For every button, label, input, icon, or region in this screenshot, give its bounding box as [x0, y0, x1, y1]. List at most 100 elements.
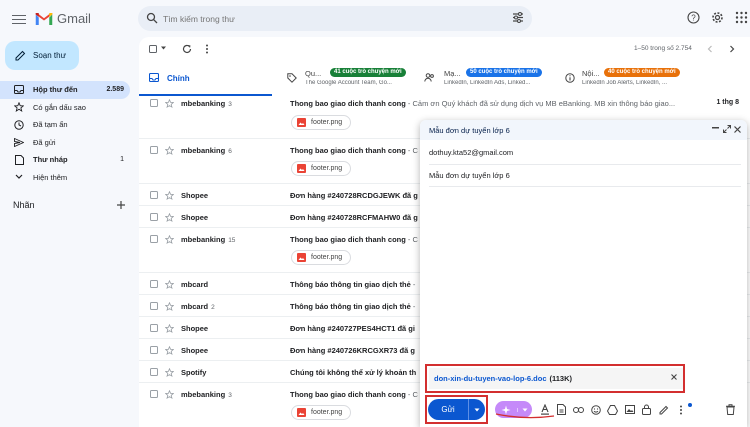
attach-file-icon[interactable]: [555, 403, 568, 416]
select-all-checkbox[interactable]: [149, 45, 157, 53]
tab-primary[interactable]: Chính: [139, 64, 272, 96]
row-checkbox[interactable]: [150, 280, 158, 288]
more-options-icon[interactable]: [674, 403, 687, 416]
svg-text:?: ?: [691, 14, 696, 23]
attachment-chip[interactable]: footer.png: [291, 161, 352, 176]
email-subject: Đơn hàng #240728RCFMAHW0 đã g: [290, 213, 418, 222]
divider: [429, 186, 741, 187]
star-icon[interactable]: [165, 302, 174, 311]
more-vert-icon[interactable]: [205, 44, 209, 54]
settings-gear-icon[interactable]: [711, 11, 724, 24]
star-icon[interactable]: [165, 390, 174, 399]
tab-updates[interactable]: Nội... 40 cuộc trò chuyện mới LinkedIn J…: [563, 64, 713, 96]
close-icon[interactable]: [734, 126, 741, 133]
apps-grid-icon[interactable]: [735, 11, 748, 24]
search-icon[interactable]: [146, 12, 158, 24]
sender-name: mbcard: [181, 302, 209, 311]
text-format-icon[interactable]: [538, 403, 551, 416]
expand-icon[interactable]: [723, 125, 731, 133]
new-badge: 50 cuộc trò chuyện mới: [466, 68, 542, 77]
gmail-logo[interactable]: Gmail: [35, 11, 91, 26]
search-input[interactable]: [163, 10, 493, 27]
row-checkbox[interactable]: [150, 213, 158, 221]
sidebar-item-drafts[interactable]: Thư nháp 1: [0, 151, 130, 169]
email-subject: Thong bao giao dich thanh cong - C: [290, 235, 420, 244]
email-subject: Thong bao giao dich thanh cong - Cảm ơn …: [290, 99, 710, 108]
draft-count: 1: [120, 156, 124, 164]
pagination-text: 1–50 trong số 2.754: [634, 45, 692, 52]
select-caret-icon[interactable]: [160, 45, 167, 51]
email-sender: Shopee: [181, 346, 209, 355]
compose-label: Soạn thư: [33, 51, 66, 60]
email-subject: Thông báo thông tin giao dịch thẻ -: [290, 280, 420, 289]
tab-social[interactable]: Mạ... 50 cuộc trò chuyện mới LinkedIn, L…: [424, 64, 565, 96]
row-checkbox[interactable]: [150, 235, 158, 243]
sidebar-item-label: Có gắn dấu sao: [33, 102, 86, 112]
star-icon[interactable]: [165, 368, 174, 377]
row-checkbox[interactable]: [150, 324, 158, 332]
star-icon[interactable]: [165, 191, 174, 200]
row-checkbox[interactable]: [150, 346, 158, 354]
row-checkbox[interactable]: [150, 390, 158, 398]
compose-title: Mẫu đơn dự tuyển lớp 6: [429, 126, 510, 135]
sidebar-item-snoozed[interactable]: Đã tạm ẩn: [0, 116, 130, 134]
row-checkbox[interactable]: [150, 302, 158, 310]
refresh-icon[interactable]: [182, 44, 192, 54]
star-icon[interactable]: [165, 146, 174, 155]
subject-text: Thong bao giao dich thanh cong: [290, 235, 406, 244]
search-bar[interactable]: [138, 6, 532, 31]
star-icon[interactable]: [165, 324, 174, 333]
signature-pen-icon[interactable]: [657, 403, 670, 416]
top-bar: Gmail ?: [0, 0, 750, 38]
tab-promotions[interactable]: Qu... 41 cuộc trò chuyện mới The Google …: [285, 64, 424, 96]
star-icon[interactable]: [165, 99, 174, 108]
row-checkbox[interactable]: [150, 368, 158, 376]
attachment-chip[interactable]: footer.png: [291, 115, 352, 130]
compose-header[interactable]: Mẫu đơn dự tuyển lớp 6: [420, 120, 747, 140]
inbox-icon: [149, 73, 159, 82]
gmail-m-icon: [35, 12, 53, 25]
compose-window: Mẫu đơn dự tuyển lớp 6 dothuy.kta52@gmai…: [420, 120, 747, 427]
sidebar-item-sent[interactable]: Đã gửi: [0, 134, 130, 152]
subject-field[interactable]: Mẫu đơn dự tuyển lớp 6: [429, 171, 510, 180]
insert-link-icon[interactable]: [572, 403, 585, 416]
confidential-lock-icon[interactable]: [640, 403, 653, 416]
help-icon[interactable]: ?: [687, 11, 700, 24]
next-page-icon[interactable]: [729, 45, 735, 53]
chevron-down-icon: [15, 174, 23, 180]
search-options-icon[interactable]: [512, 12, 524, 23]
star-icon[interactable]: [165, 235, 174, 244]
recipient-field[interactable]: dothuy.kta52@gmail.com: [429, 148, 513, 157]
row-checkbox[interactable]: [150, 146, 158, 154]
email-sender: mbebanking 6: [181, 146, 232, 155]
row-checkbox[interactable]: [150, 191, 158, 199]
sidebar-item-more[interactable]: Hiện thêm: [0, 169, 130, 187]
new-badge: 41 cuộc trò chuyện mới: [330, 68, 406, 77]
attachment-chip[interactable]: footer.png: [291, 250, 352, 265]
discard-draft-icon[interactable]: [726, 404, 735, 415]
minimize-icon[interactable]: [712, 127, 719, 129]
email-subject: Chúng tôi không thể xử lý khoản th: [290, 368, 417, 377]
insert-photo-icon[interactable]: [623, 403, 636, 416]
sidebar-item-inbox[interactable]: Hộp thư đến 2.589: [0, 81, 130, 99]
star-icon[interactable]: [165, 346, 174, 355]
sidebar-item-starred[interactable]: Có gắn dấu sao: [0, 99, 130, 117]
app-name: Gmail: [57, 11, 91, 26]
star-icon[interactable]: [165, 280, 174, 289]
email-sender: mbebanking 3: [181, 390, 232, 399]
add-label-icon[interactable]: [116, 200, 126, 210]
row-checkbox[interactable]: [150, 99, 158, 107]
emoji-icon[interactable]: [589, 403, 602, 416]
highlight-box-attachment: [425, 364, 685, 393]
info-icon: [565, 73, 575, 83]
email-sender: mbebanking 15: [181, 235, 235, 244]
drive-icon[interactable]: [606, 403, 619, 416]
attachment-chip[interactable]: footer.png: [291, 405, 352, 420]
star-icon[interactable]: [165, 213, 174, 222]
star-icon: [14, 102, 24, 113]
subject-text: Thong bao giao dich thanh cong: [290, 99, 406, 108]
main-menu-icon[interactable]: [12, 12, 26, 26]
prev-page-icon[interactable]: [707, 45, 713, 53]
category-tabs: Chính Qu... 41 cuộc trò chuyện mới The G…: [139, 64, 750, 96]
compose-button[interactable]: Soạn thư: [5, 41, 79, 70]
